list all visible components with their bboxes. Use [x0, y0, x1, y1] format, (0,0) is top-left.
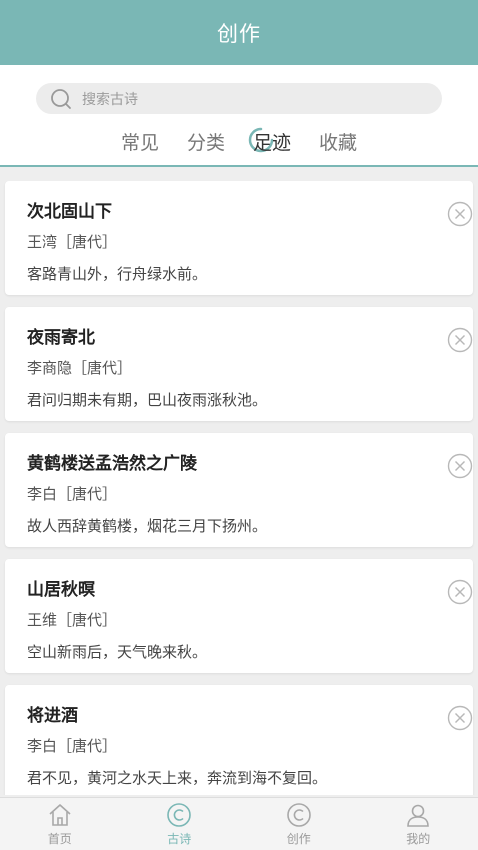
nav-poems-label: 古诗 [167, 832, 192, 846]
poem-title: 将进酒 [27, 706, 78, 726]
search-input[interactable]: 搜索古诗 [36, 83, 442, 114]
tab-category[interactable]: 分类 [185, 128, 227, 155]
poem-title: 夜雨寄北 [27, 328, 95, 348]
nav-create[interactable]: 创作 [239, 798, 359, 850]
poem-line: 空山新雨后，天气晚来秋。 [27, 643, 208, 661]
nav-home-label: 首页 [47, 832, 72, 846]
poem-list[interactable]: 次北固山下 王湾［唐代］ 客路青山外，行舟绿水前。 夜雨寄北 李商隐［唐代］ 君… [0, 181, 478, 795]
poem-author: 李白［唐代］ [27, 737, 118, 755]
toolbar-divider [0, 165, 478, 167]
poem-author: 王湾［唐代］ [27, 233, 118, 251]
poem-author: 李商隐［唐代］ [27, 359, 133, 377]
poem-card[interactable]: 山居秋暝 王维［唐代］ 空山新雨后，天气晚来秋。 [5, 559, 473, 673]
poem-card[interactable]: 夜雨寄北 李商隐［唐代］ 君问归期未有期，巴山夜雨涨秋池。 [5, 307, 473, 421]
close-icon[interactable] [447, 705, 473, 731]
tab-footprint[interactable]: 足迹 [248, 127, 293, 155]
poem-author: 李白［唐代］ [27, 485, 118, 503]
copyright-icon [286, 803, 311, 827]
poem-card[interactable]: 黄鹤楼送孟浩然之广陵 李白［唐代］ 故人西辞黄鹤楼，烟花三月下扬州。 [5, 433, 473, 547]
search-placeholder: 搜索古诗 [82, 91, 138, 108]
poem-author: 王维［唐代］ [27, 611, 118, 629]
nav-mine-label: 我的 [406, 832, 431, 846]
close-icon[interactable] [447, 327, 473, 353]
home-icon [49, 804, 71, 826]
tab-bar: 常见 分类 足迹 收藏 [0, 125, 478, 157]
poem-card[interactable]: 次北固山下 王湾［唐代］ 客路青山外，行舟绿水前。 [5, 181, 473, 295]
user-icon [407, 804, 430, 827]
poem-title: 黄鹤楼送孟浩然之广陵 [27, 454, 197, 474]
tab-common[interactable]: 常见 [119, 128, 161, 155]
nav-poems[interactable]: 古诗 [120, 798, 240, 850]
poem-title: 山居秋暝 [27, 580, 95, 600]
tab-footprint-label: 足迹 [253, 131, 292, 154]
toolbar: 搜索古诗 常见 分类 足迹 收藏 [0, 65, 478, 166]
search-icon [51, 88, 71, 109]
bottom-nav: 首页 古诗 创作 我的 [0, 797, 478, 850]
poem-line: 君不见，黄河之水天上来，奔流到海不复回。 [27, 769, 328, 787]
poem-line: 客路青山外，行舟绿水前。 [27, 265, 208, 283]
close-icon[interactable] [447, 453, 473, 479]
poem-line: 故人西辞黄鹤楼，烟花三月下扬州。 [27, 517, 268, 535]
copyright-icon [167, 803, 192, 827]
poem-title: 次北固山下 [27, 202, 112, 222]
close-icon[interactable] [447, 201, 473, 227]
nav-home[interactable]: 首页 [0, 798, 120, 850]
poem-card[interactable]: 将进酒 李白［唐代］ 君不见，黄河之水天上来，奔流到海不复回。 [5, 685, 473, 795]
tab-favorites[interactable]: 收藏 [317, 128, 359, 155]
close-icon[interactable] [447, 579, 473, 605]
nav-create-label: 创作 [286, 832, 311, 846]
poem-line: 君问归期未有期，巴山夜雨涨秋池。 [27, 391, 268, 409]
app-header: 创作 [0, 0, 478, 65]
page-title: 创作 [217, 21, 261, 46]
nav-mine[interactable]: 我的 [359, 798, 478, 850]
